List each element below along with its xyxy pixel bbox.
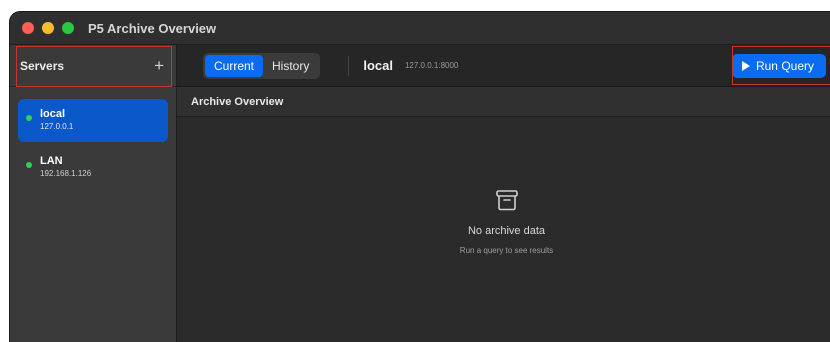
server-list: local 127.0.0.1 LAN 192.168.1.126 — [10, 87, 176, 198]
servers-header-label: Servers — [20, 58, 65, 73]
run-query-button[interactable]: Run Query — [731, 54, 826, 78]
toolbar-divider — [348, 55, 350, 76]
empty-state-subtitle: Run a query to see results — [459, 246, 554, 255]
server-name: local — [40, 108, 66, 120]
status-dot-icon — [26, 115, 32, 121]
window-body: Servers + local 127.0.0.1 LAN 192.168.1.… — [10, 45, 830, 342]
empty-state: No archive data Run a query to see resul… — [177, 117, 830, 342]
title-bar: P5 Archive Overview — [10, 12, 830, 45]
zoom-window-button[interactable] — [62, 22, 74, 34]
main-panel: Current History local 127.0.0.1:8000 Run… — [177, 45, 830, 342]
status-dot-icon — [26, 162, 32, 168]
server-name: LAN — [40, 155, 63, 167]
servers-header: Servers + — [10, 45, 176, 87]
add-server-icon[interactable]: + — [154, 57, 164, 74]
section-title: Archive Overview — [177, 87, 830, 117]
server-item-local[interactable]: local 127.0.0.1 — [18, 99, 168, 142]
tab-current[interactable]: Current — [205, 54, 264, 77]
archive-box-icon — [495, 190, 518, 211]
connection-name: local — [363, 58, 393, 73]
server-address: 192.168.1.126 — [40, 169, 92, 178]
minimize-window-button[interactable] — [42, 22, 54, 34]
connection-address: 127.0.0.1:8000 — [404, 61, 459, 70]
server-address: 127.0.0.1 — [40, 122, 74, 131]
empty-state-title: No archive data — [467, 225, 546, 237]
window-controls — [22, 22, 74, 34]
server-item-lan[interactable]: LAN 192.168.1.126 — [18, 148, 168, 180]
play-icon — [741, 61, 750, 71]
close-window-button[interactable] — [22, 22, 34, 34]
sidebar: Servers + local 127.0.0.1 LAN 192.168.1.… — [10, 45, 177, 342]
toolbar: Current History local 127.0.0.1:8000 Run… — [177, 45, 830, 87]
window-title: P5 Archive Overview — [88, 20, 217, 36]
app-window: P5 Archive Overview Servers + local 127.… — [10, 12, 830, 342]
view-segmented-control: Current History — [203, 52, 321, 79]
tab-history[interactable]: History — [263, 55, 318, 77]
run-query-label: Run Query — [755, 59, 814, 73]
